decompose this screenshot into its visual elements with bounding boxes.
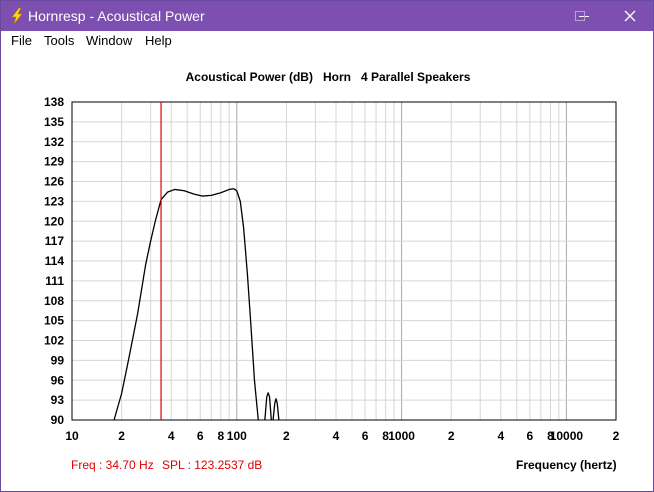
chart-grid	[72, 102, 616, 420]
y-axis-ticks: 90 93 96 99 102 105 108 111 114 117 120 123 126 129 13…	[44, 95, 64, 427]
y-tick-label: 90	[51, 413, 65, 427]
x-tick-label: 4	[168, 429, 175, 443]
y-tick-label: 105	[44, 314, 64, 328]
x-tick-label: 2	[118, 429, 125, 443]
x-tick-label: 4	[497, 429, 504, 443]
acoustical-power-chart[interactable]: Acoustical Power (dB) Horn 4 Parallel Sp…	[0, 0, 654, 492]
x-tick-label: 8	[217, 429, 224, 443]
y-tick-label: 111	[45, 274, 64, 288]
y-tick-label: 93	[51, 393, 65, 407]
y-tick-label: 132	[44, 135, 64, 149]
y-tick-label: 135	[44, 115, 64, 129]
x-tick-label: 2	[283, 429, 290, 443]
x-tick-label: 6	[362, 429, 369, 443]
x-axis-ticks: 10 2 4 6 8 100 2 4 6 8 1000 2 4 6 810000 2	[65, 429, 619, 443]
frequency-readout: Freq : 34.70 Hz	[71, 458, 154, 472]
x-tick-label: 4	[333, 429, 340, 443]
y-tick-label: 108	[44, 294, 64, 308]
y-tick-label: 138	[44, 95, 64, 109]
y-tick-label: 117	[45, 234, 65, 248]
y-tick-label: 120	[44, 214, 64, 228]
x-tick-label: 10000	[550, 429, 584, 443]
y-tick-label: 123	[44, 194, 64, 208]
y-tick-label: 126	[44, 175, 64, 189]
x-tick-label: 6	[197, 429, 204, 443]
y-tick-label: 96	[51, 373, 65, 387]
series-line-3	[272, 398, 280, 421]
y-tick-label: 99	[51, 353, 65, 367]
x-tick-label: 6	[526, 429, 533, 443]
x-tick-label: 2	[448, 429, 455, 443]
x-tick-label: 10	[65, 429, 79, 443]
y-tick-label: 129	[44, 155, 64, 169]
x-tick-label: 100	[227, 429, 247, 443]
spl-readout: SPL : 123.2537 dB	[162, 458, 263, 472]
y-tick-label: 114	[45, 254, 65, 268]
x-tick-label: 1000	[388, 429, 415, 443]
chart-series	[113, 188, 280, 421]
series-line-2	[264, 392, 272, 421]
chart-title: Acoustical Power (dB) Horn 4 Parallel Sp…	[186, 70, 471, 84]
x-tick-label: 2	[613, 429, 620, 443]
x-axis-label: Frequency (hertz)	[516, 458, 617, 472]
y-tick-label: 102	[44, 334, 64, 348]
